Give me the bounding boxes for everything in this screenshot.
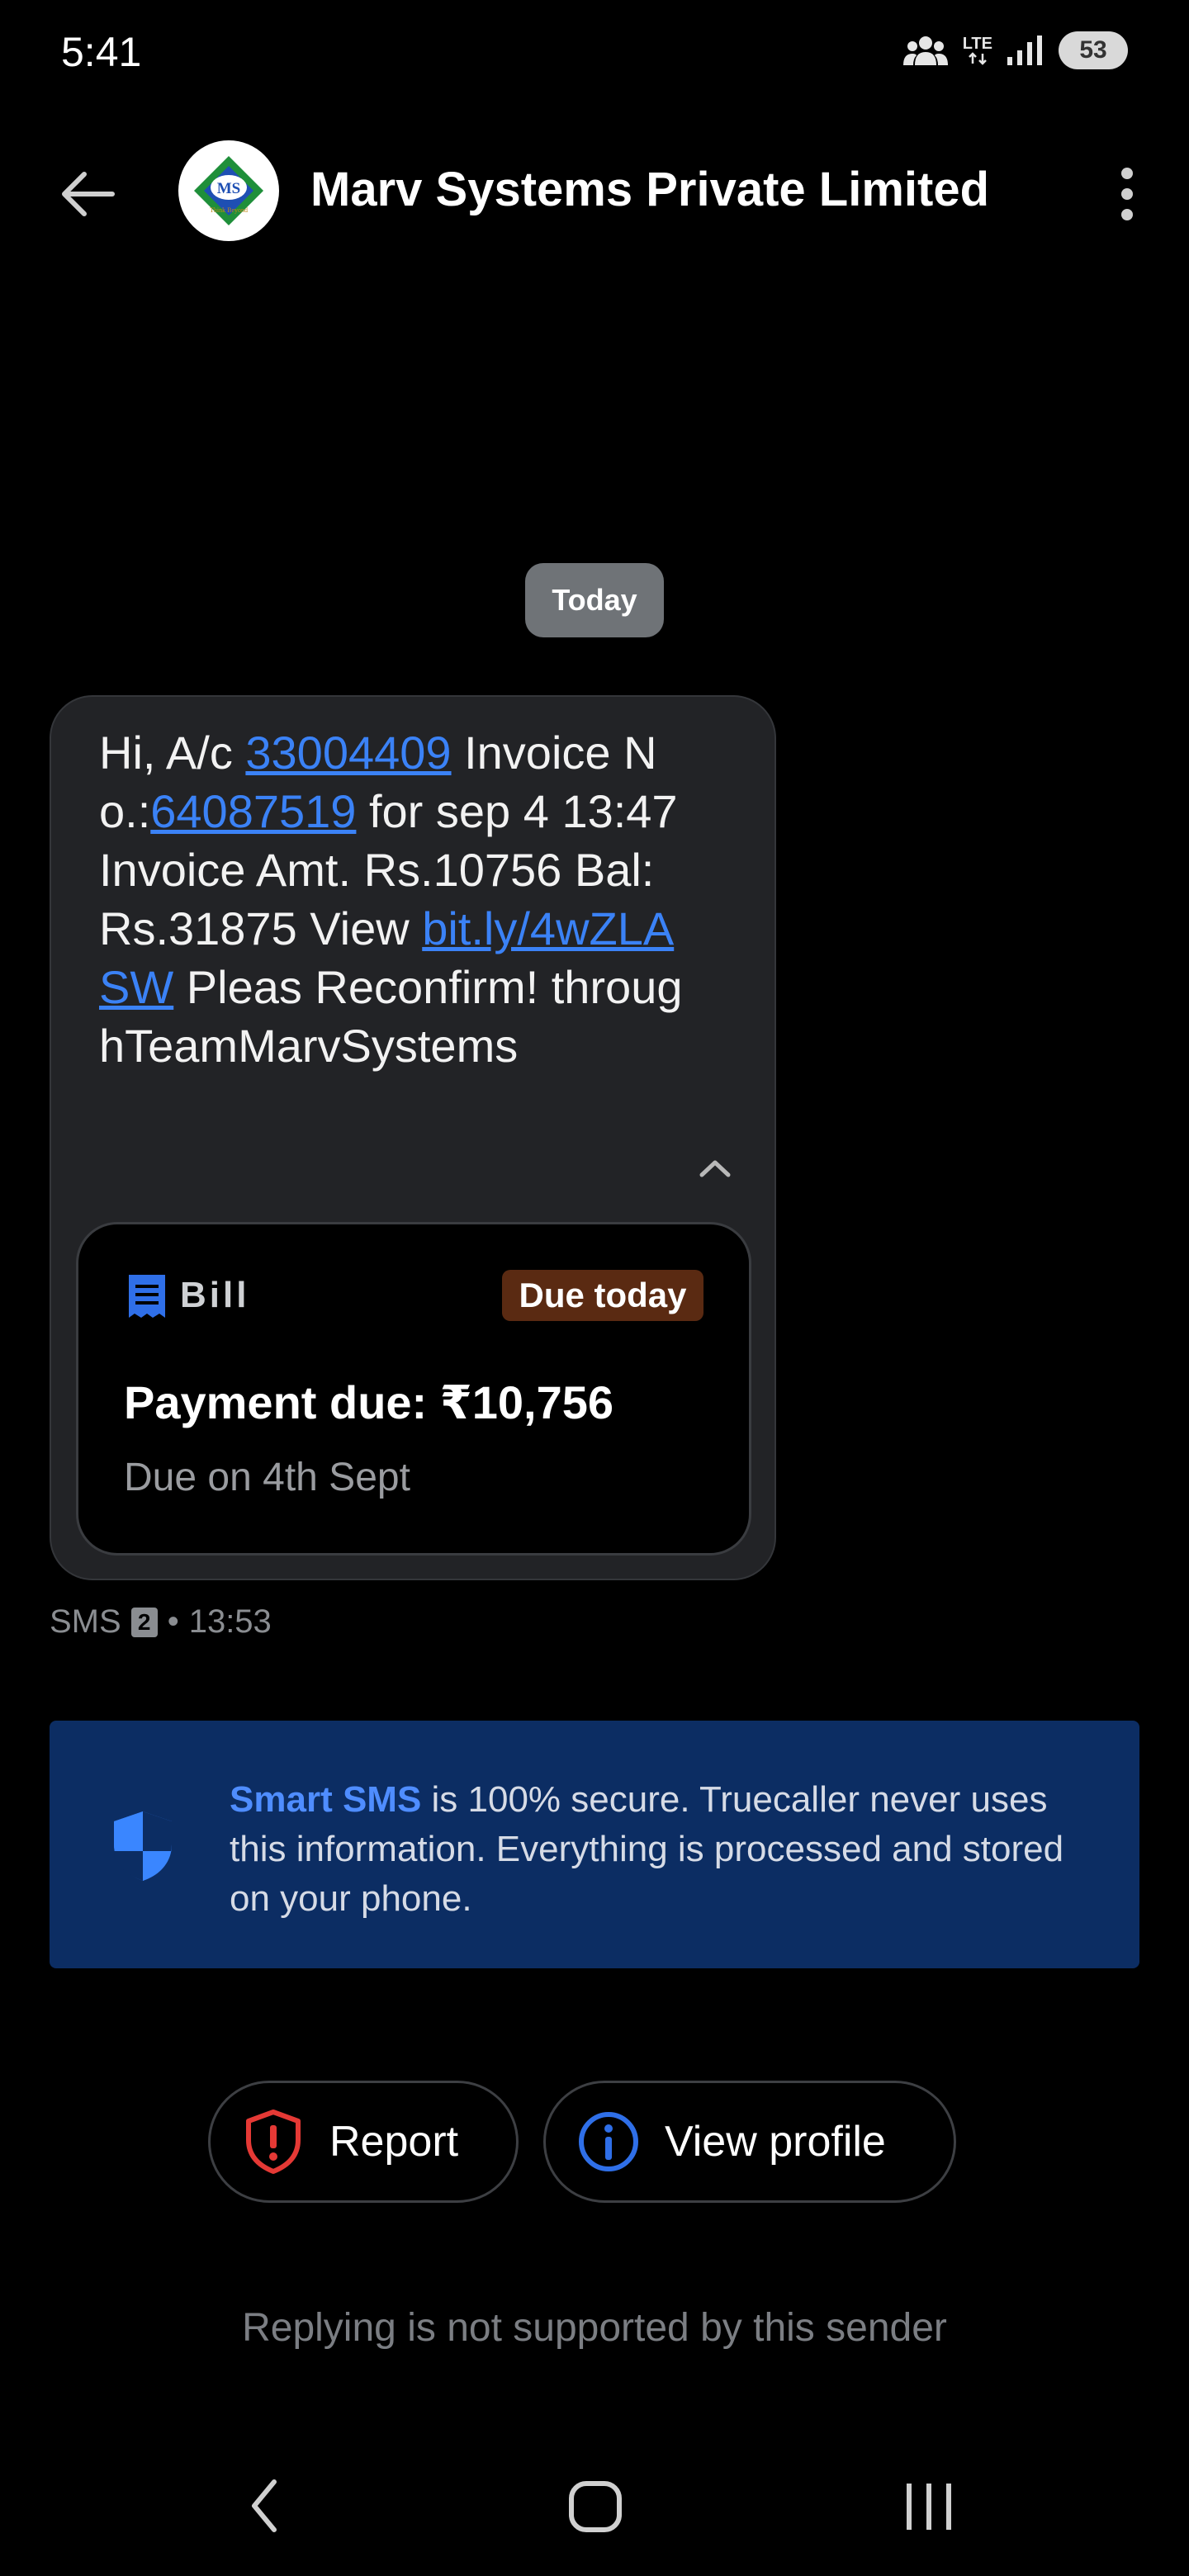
view-profile-label: View profile bbox=[665, 2118, 886, 2166]
more-vert-icon bbox=[1121, 168, 1133, 220]
message-meta: SMS 2 • 13:53 bbox=[50, 1603, 272, 1641]
receipt-icon bbox=[129, 1275, 165, 1318]
meta-separator: • bbox=[167, 1603, 179, 1640]
shield-alert-icon bbox=[240, 2109, 306, 2175]
more-options-button[interactable] bbox=[1098, 157, 1156, 231]
account-number-link[interactable]: 33004409 bbox=[245, 727, 451, 779]
reply-not-supported-note: Replying is not supported by this sender bbox=[242, 2306, 947, 2350]
logo-initials: MS bbox=[217, 180, 241, 197]
sim-badge: 2 bbox=[130, 1607, 158, 1637]
status-icons: LTE 53 bbox=[902, 31, 1128, 69]
back-button[interactable] bbox=[51, 157, 126, 231]
chevron-up-icon bbox=[699, 1160, 731, 1177]
collapse-button[interactable] bbox=[690, 1148, 740, 1189]
logo-tagline: Think Beyond bbox=[210, 206, 248, 214]
date-chip: Today bbox=[525, 563, 664, 637]
due-badge: Due today bbox=[502, 1270, 703, 1321]
lte-label: LTE bbox=[962, 35, 992, 53]
bill-label: Bill bbox=[180, 1275, 250, 1315]
info-icon bbox=[576, 2109, 642, 2175]
msg-part-1: Hi, A/c bbox=[99, 727, 246, 779]
security-banner-text: Smart SMS is 100% secure. Truecaller nev… bbox=[230, 1775, 1113, 1924]
lte-indicator: LTE bbox=[963, 36, 992, 65]
status-time: 5:41 bbox=[61, 29, 142, 75]
people-icon bbox=[902, 36, 948, 65]
data-arrows-icon bbox=[968, 52, 987, 65]
report-label: Report bbox=[329, 2118, 459, 2166]
message-time: 13:53 bbox=[188, 1603, 272, 1640]
due-date: Due on 4th Sept bbox=[124, 1456, 410, 1499]
view-profile-button[interactable]: View profile bbox=[543, 2081, 956, 2203]
sender-avatar[interactable]: MS Think Beyond bbox=[178, 140, 279, 241]
company-logo: MS Think Beyond bbox=[194, 156, 263, 225]
report-button[interactable]: Report bbox=[208, 2081, 519, 2203]
signal-icon bbox=[1007, 36, 1042, 65]
message-text: Hi, A/c 33004409 Invoice No.:64087519 fo… bbox=[99, 723, 694, 1075]
smart-sms-label[interactable]: Smart SMS bbox=[230, 1779, 421, 1820]
nav-recents-icon[interactable] bbox=[900, 2477, 958, 2535]
arrow-left-icon bbox=[62, 172, 115, 216]
payment-due-amount: Payment due: ₹10,756 bbox=[124, 1376, 614, 1428]
battery-indicator: 53 bbox=[1059, 31, 1128, 69]
invoice-number-link[interactable]: 64087519 bbox=[150, 785, 356, 837]
nav-back-icon[interactable] bbox=[236, 2477, 294, 2535]
message-type: SMS bbox=[50, 1603, 121, 1640]
shield-icon bbox=[114, 1811, 172, 1881]
conversation-title: Marv Systems Private Limited bbox=[310, 163, 990, 216]
msg-part-4: Pleas Reconfirm! throughTeamMarvSystems bbox=[99, 961, 683, 1072]
nav-home-icon[interactable] bbox=[566, 2477, 624, 2535]
